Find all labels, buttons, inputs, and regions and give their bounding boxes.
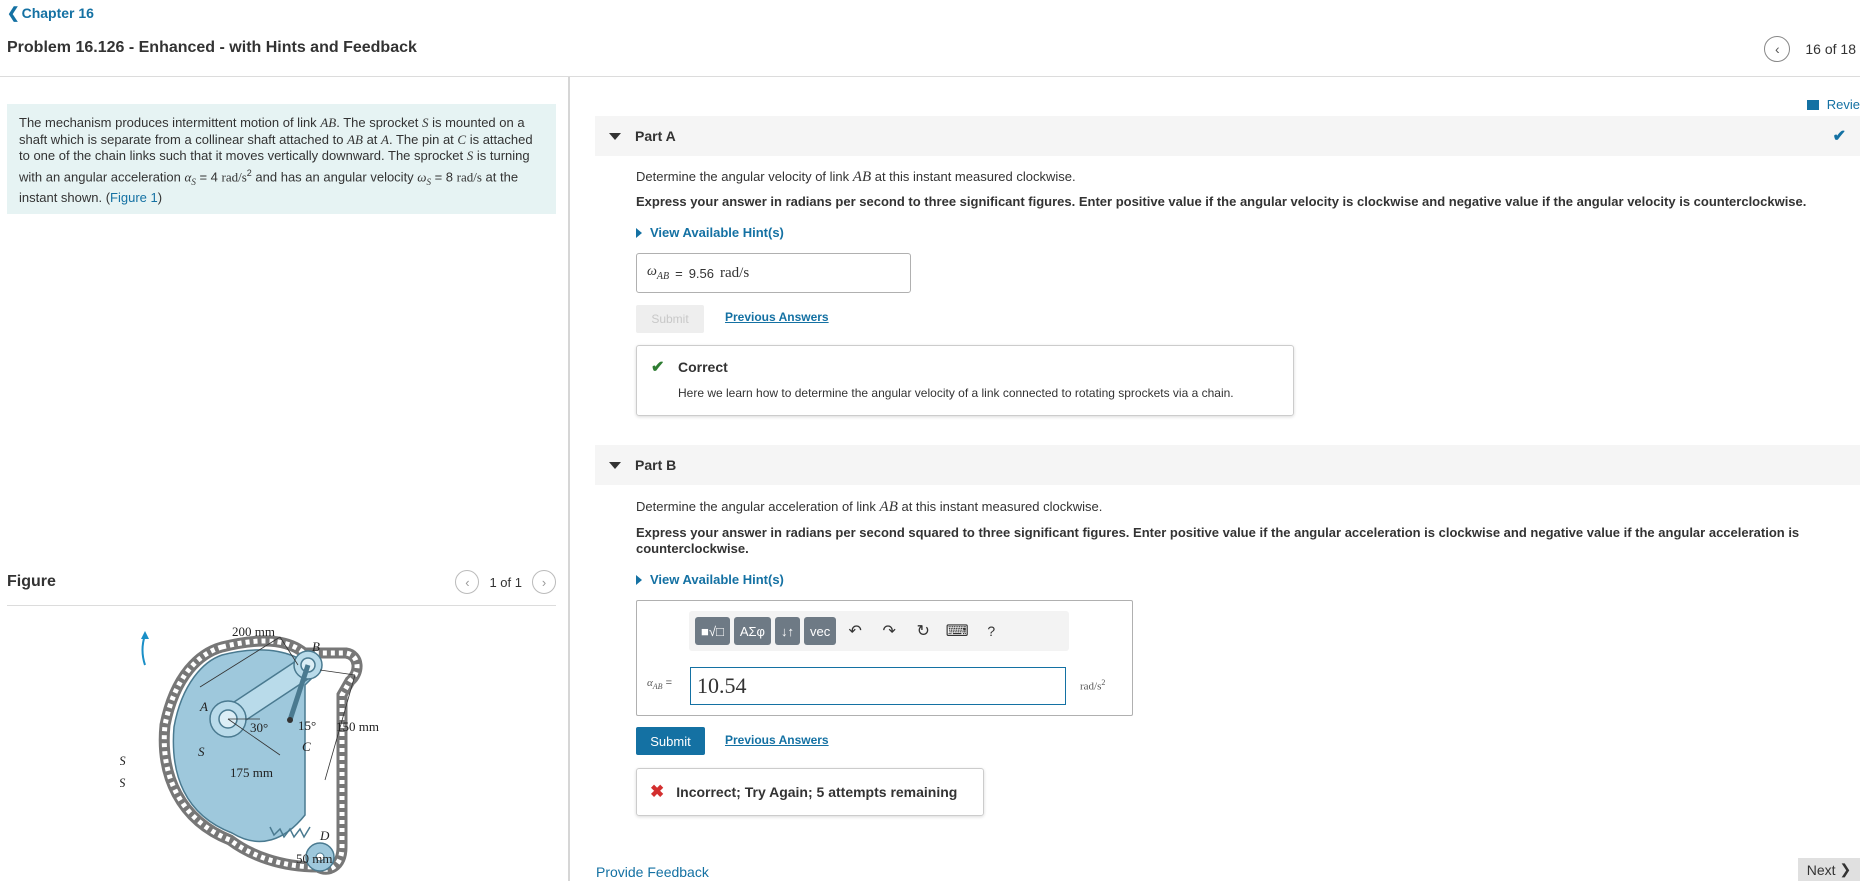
feedback-body: Here we learn how to determine the angul… bbox=[678, 386, 1234, 400]
part-a-instructions: Express your answer in radians per secon… bbox=[636, 194, 1807, 209]
part-a-header[interactable]: Part A ✔ bbox=[595, 116, 1860, 156]
alpha-s-label: αS bbox=[120, 775, 126, 790]
angle-30-label: 30° bbox=[250, 720, 268, 735]
equals-sign: = bbox=[675, 265, 683, 281]
point-c-label: C bbox=[302, 739, 311, 754]
figure-header: Figure ‹ 1 of 1 › bbox=[7, 570, 556, 594]
part-a-submit-button: Submit bbox=[636, 305, 704, 333]
reset-icon[interactable]: ↻ bbox=[908, 617, 938, 645]
undo-icon[interactable]: ↶ bbox=[840, 617, 870, 645]
omega-s-label: ωS bbox=[120, 753, 126, 768]
answer-editor: ■√□ ΑΣφ ↓↑ vec ↶ ↷ ↻ ⌨ ? αAB = 10.54 rad… bbox=[636, 600, 1133, 716]
chevron-left-icon: ‹ bbox=[465, 574, 470, 590]
collapse-caret-icon bbox=[609, 132, 621, 140]
keyboard-icon[interactable]: ⌨ bbox=[942, 617, 972, 645]
chevron-left-icon: ❮ bbox=[7, 5, 20, 22]
part-a-label: Part A bbox=[635, 128, 676, 144]
figure-pager: ‹ 1 of 1 › bbox=[455, 570, 556, 594]
book-icon bbox=[1806, 99, 1821, 110]
figure-title: Figure bbox=[7, 573, 56, 590]
chevron-left-icon: ‹ bbox=[1775, 41, 1780, 57]
dim-50-label: 50 mm bbox=[296, 851, 332, 866]
mechanism-figure: 200 mm B A 30° 15° 150 mm C S ωS αS 175 … bbox=[120, 624, 379, 875]
problem-pager: ‹ 16 of 18 bbox=[1764, 36, 1856, 62]
feedback-text: Incorrect; Try Again; 5 attempts remaini… bbox=[676, 784, 958, 800]
caret-right-icon bbox=[636, 574, 642, 585]
help-button[interactable]: ? bbox=[976, 617, 1006, 645]
problem-statement: The mechanism produces intermittent moti… bbox=[7, 104, 556, 214]
figure-link[interactable]: Figure 1 bbox=[110, 190, 158, 205]
vector-button[interactable]: vec bbox=[803, 617, 837, 645]
point-b-label: B bbox=[312, 639, 320, 654]
dim-tick-150a bbox=[319, 669, 356, 676]
next-figure-button[interactable]: › bbox=[532, 570, 556, 594]
figure-pager-text: 1 of 1 bbox=[489, 574, 522, 590]
part-a-feedback: ✔ Correct Here we learn how to determine… bbox=[636, 345, 1294, 416]
previous-figure-button[interactable]: ‹ bbox=[455, 570, 480, 594]
x-mark-icon: ✖ bbox=[650, 782, 665, 801]
feedback-title: Correct bbox=[678, 359, 728, 375]
problem-pager-text: 16 of 18 bbox=[1805, 41, 1856, 57]
alpha-ab-label: αAB = bbox=[647, 677, 673, 692]
greek-symbols-button[interactable]: ΑΣφ bbox=[733, 617, 771, 645]
dim-200-label: 200 mm bbox=[232, 624, 275, 639]
caret-right-icon bbox=[636, 227, 642, 238]
part-b-previous-answers-link[interactable]: Previous Answers bbox=[725, 733, 829, 747]
part-a-unit: rad/s bbox=[720, 264, 750, 281]
angle-15-label: 15° bbox=[298, 718, 316, 733]
part-b-unit: rad/s2 bbox=[1080, 678, 1106, 693]
checkmark-icon: ✔ bbox=[1832, 128, 1846, 145]
collapse-caret-icon bbox=[609, 461, 621, 469]
part-a-previous-answers-link[interactable]: Previous Answers bbox=[725, 310, 829, 324]
part-b-submit-button[interactable]: Submit bbox=[636, 727, 705, 755]
sprocket-s-label: S bbox=[198, 744, 205, 759]
arrows-button[interactable]: ↓↑ bbox=[774, 617, 800, 645]
point-a-label: A bbox=[199, 699, 208, 714]
column-divider bbox=[568, 77, 570, 881]
chevron-right-icon: ❯ bbox=[1839, 861, 1852, 877]
math-toolbar: ■√□ ΑΣφ ↓↑ vec ↶ ↷ ↻ ⌨ ? bbox=[689, 611, 1069, 651]
part-b-question: Determine the angular acceleration of li… bbox=[636, 499, 1103, 515]
review-label: Revie bbox=[1826, 97, 1860, 112]
part-a-answer-value: 9.56 bbox=[688, 265, 715, 281]
omega-ab-symbol: ωAB bbox=[647, 264, 670, 282]
part-a-hints-link[interactable]: View Available Hint(s) bbox=[636, 225, 784, 240]
redo-icon[interactable]: ↷ bbox=[874, 617, 904, 645]
part-b-feedback: ✖ Incorrect; Try Again; 5 attempts remai… bbox=[636, 768, 984, 816]
next-button[interactable]: Next ❯ bbox=[1798, 858, 1860, 881]
part-b-instructions: Express your answer in radians per secon… bbox=[636, 525, 1800, 556]
header-divider bbox=[0, 76, 1860, 77]
dim-175-label: 175 mm bbox=[230, 765, 273, 780]
provide-feedback-link[interactable]: Provide Feedback bbox=[596, 864, 709, 880]
page-title: Problem 16.126 - Enhanced - with Hints a… bbox=[7, 39, 417, 56]
part-b-label: Part B bbox=[635, 457, 677, 473]
rotation-arrow-head bbox=[141, 631, 149, 639]
rotation-arrow bbox=[141, 634, 146, 666]
figure-divider bbox=[7, 605, 556, 606]
back-to-chapter-link[interactable]: ❮ Chapter 16 bbox=[7, 4, 94, 22]
chevron-right-icon: › bbox=[541, 574, 547, 590]
checkmark-icon: ✔ bbox=[651, 359, 665, 376]
part-b-hints-link[interactable]: View Available Hint(s) bbox=[636, 572, 784, 587]
review-link[interactable]: Revie bbox=[1806, 97, 1860, 112]
point-d-label: D bbox=[319, 828, 330, 843]
part-b-header[interactable]: Part B bbox=[595, 445, 1860, 485]
back-link-label: Chapter 16 bbox=[21, 5, 94, 21]
dim-150-label: 150 mm bbox=[336, 719, 379, 734]
pin-c bbox=[287, 717, 293, 723]
part-a-question: Determine the angular velocity of link A… bbox=[636, 169, 1076, 185]
part-b-answer-input[interactable]: 10.54 bbox=[690, 667, 1066, 705]
part-a-answer: ωAB = 9.56 rad/s bbox=[636, 253, 911, 293]
templates-button[interactable]: ■√□ bbox=[695, 617, 730, 645]
previous-problem-button[interactable]: ‹ bbox=[1764, 36, 1791, 62]
